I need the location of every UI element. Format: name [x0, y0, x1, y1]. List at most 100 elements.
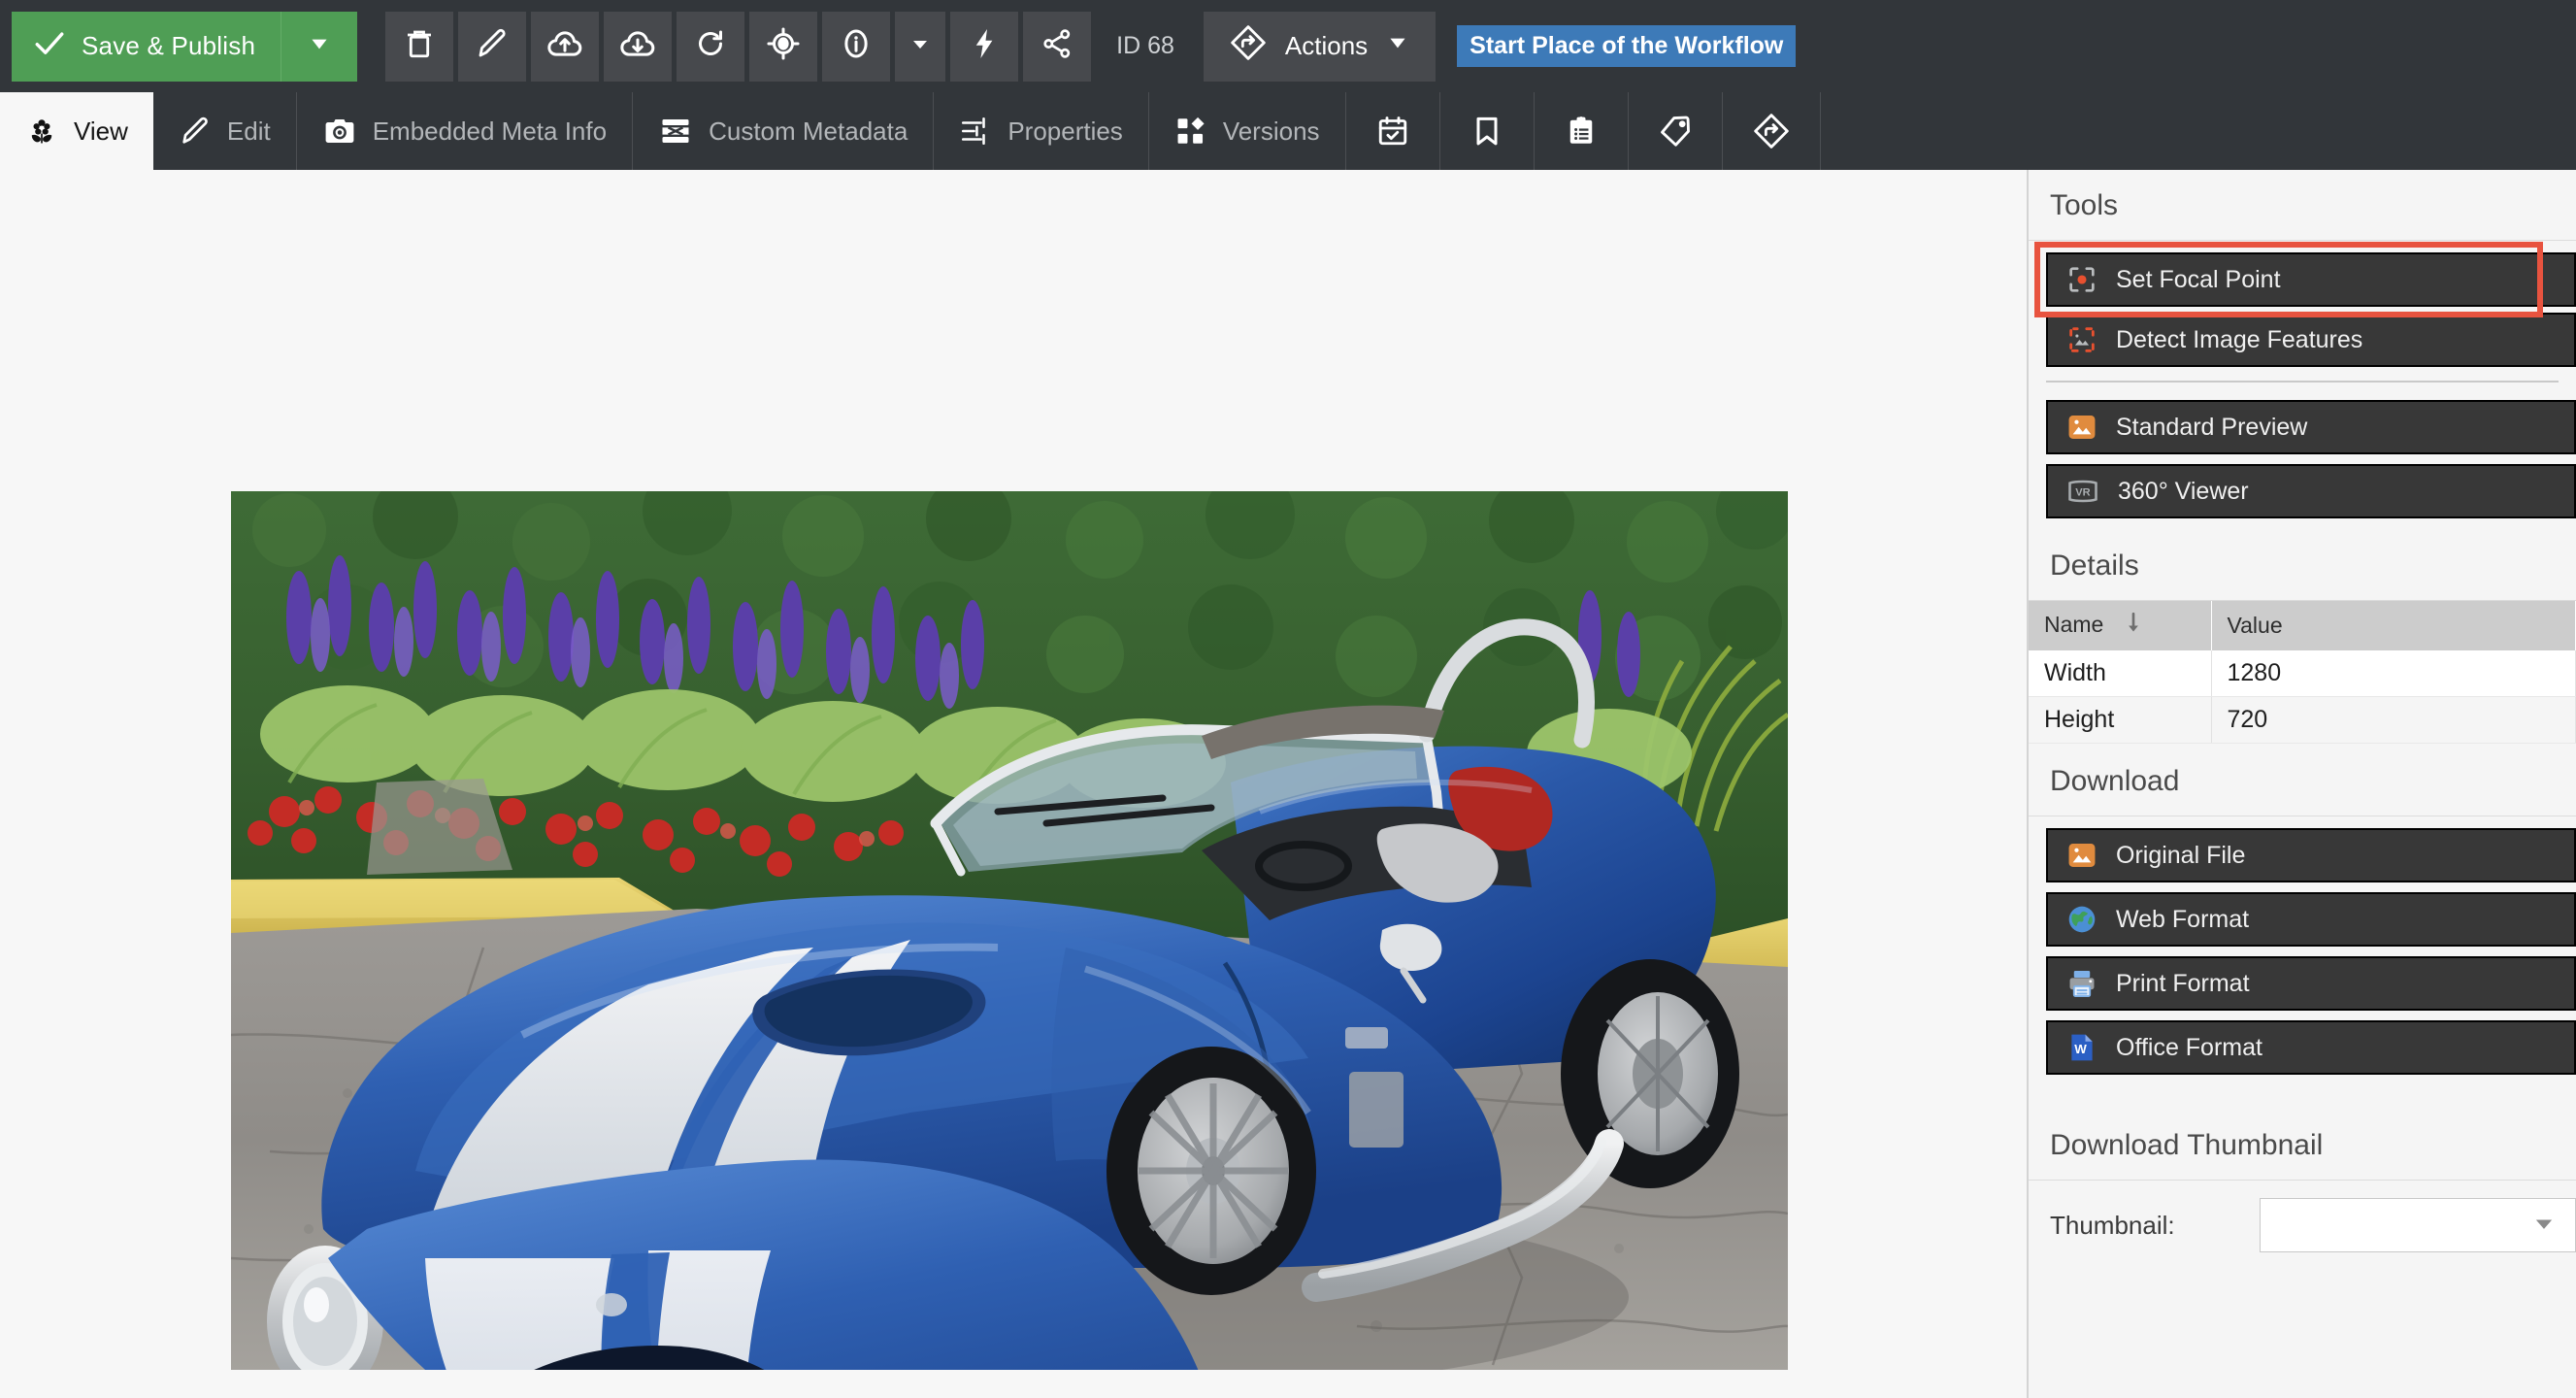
upload-button[interactable] — [531, 11, 600, 82]
details-column-name[interactable]: Name — [2029, 601, 2212, 650]
right-sidebar: Tools Set Focal Point Detect Image Featu… — [2027, 170, 2576, 1398]
reload-button[interactable] — [677, 11, 745, 82]
table-row: Height 720 — [2029, 696, 2576, 744]
detect-image-features-button[interactable]: Detect Image Features — [2046, 313, 2576, 367]
focal-point-icon — [2065, 263, 2098, 296]
asset-preview-image[interactable] — [231, 491, 1788, 1370]
save-and-publish-label: Save & Publish — [82, 31, 256, 60]
table-row: Width 1280 — [2029, 650, 2576, 697]
tab-label: Embedded Meta Info — [372, 116, 608, 146]
download-web-format-label: Web Format — [2116, 905, 2250, 933]
save-and-publish-button[interactable]: Save & Publish — [12, 11, 358, 82]
asset-id-label: ID 68 — [1116, 32, 1174, 59]
image-icon — [2065, 411, 2098, 444]
tab-label: Custom Metadata — [709, 116, 908, 146]
set-focal-point-button[interactable]: Set Focal Point — [2046, 252, 2576, 307]
360-viewer-label: 360° Viewer — [2118, 477, 2249, 505]
set-focal-point-label: Set Focal Point — [2116, 265, 2281, 293]
details-column-value-label: Value — [2227, 613, 2283, 638]
details-panel-title: Details — [2029, 528, 2576, 601]
download-original-file-label: Original File — [2116, 841, 2246, 869]
tab-properties[interactable]: Properties — [934, 92, 1149, 170]
chevron-down-icon — [908, 32, 932, 60]
pencil-icon — [475, 26, 510, 66]
detail-value: 1280 — [2211, 650, 2576, 697]
tab-label: Properties — [1007, 116, 1123, 146]
details-table: Name Value Width 1280 Height 720 — [2029, 601, 2576, 744]
info-button[interactable] — [822, 11, 891, 82]
standard-preview-button[interactable]: Standard Preview — [2046, 400, 2576, 454]
details-column-name-label: Name — [2044, 612, 2104, 637]
save-and-publish-dropdown[interactable] — [281, 12, 357, 82]
bookmark-icon — [1470, 114, 1504, 149]
tab-tags[interactable] — [1629, 92, 1723, 170]
download-original-file-button[interactable]: Original File — [2046, 828, 2576, 882]
calendar-check-icon — [1375, 114, 1410, 149]
pencil-icon — [179, 115, 212, 148]
info-icon — [838, 25, 875, 67]
tools-panel-title: Tools — [2029, 170, 2576, 241]
download-print-format-label: Print Format — [2116, 969, 2250, 997]
globe-icon — [2065, 903, 2098, 936]
tab-tasks[interactable] — [1535, 92, 1629, 170]
details-table-header-row: Name Value — [2029, 601, 2576, 650]
download-office-format-label: Office Format — [2116, 1033, 2262, 1061]
tab-view[interactable]: View — [0, 92, 153, 170]
tab-bookmark[interactable] — [1440, 92, 1535, 170]
download-panel-title: Download — [2029, 744, 2576, 816]
tab-embedded-meta-info[interactable]: Embedded Meta Info — [297, 92, 634, 170]
refresh-icon — [693, 26, 728, 66]
save-and-publish-main[interactable]: Save & Publish — [12, 11, 282, 82]
thumbnail-select[interactable] — [2260, 1198, 2576, 1252]
workflow-diamond-icon — [1752, 112, 1791, 150]
thumbnail-field-row: Thumbnail: — [2029, 1181, 2576, 1252]
details-column-value[interactable]: Value — [2211, 601, 2576, 650]
360-viewer-button[interactable]: VR 360° Viewer — [2046, 464, 2576, 518]
top-toolbar: Save & Publish ID 68 Actions Start Place… — [0, 0, 2576, 92]
cobra-car-photo — [231, 491, 1788, 1370]
image-viewer-canvas[interactable] — [0, 170, 2027, 1398]
download-web-format-button[interactable]: Web Format — [2046, 892, 2576, 947]
delete-button[interactable] — [385, 11, 454, 82]
asset-detail-page: Save & Publish ID 68 Actions Start Place… — [0, 0, 2576, 1398]
download-office-format-button[interactable]: W Office Format — [2046, 1020, 2576, 1075]
image-icon — [2065, 839, 2098, 872]
chevron-down-icon — [307, 31, 332, 61]
tab-custom-metadata[interactable]: Custom Metadata — [633, 92, 935, 170]
tab-label: View — [74, 116, 128, 146]
word-document-icon: W — [2065, 1031, 2098, 1064]
actions-label: Actions — [1284, 31, 1369, 60]
download-print-format-button[interactable]: Print Format — [2046, 956, 2576, 1011]
lightning-icon — [967, 26, 1002, 66]
tab-edit[interactable]: Edit — [153, 92, 297, 170]
tab-workflow[interactable] — [1723, 92, 1821, 170]
tab-label: Edit — [226, 116, 271, 146]
sliders-icon — [959, 115, 992, 148]
tag-icon — [1658, 114, 1693, 149]
share-button[interactable] — [1023, 11, 1092, 82]
info-dropdown-button[interactable] — [895, 11, 946, 82]
tab-bar: View Edit Embedded Meta Info Custom Meta… — [0, 92, 2576, 170]
actions-button[interactable]: Actions — [1203, 11, 1437, 82]
tab-schedule[interactable] — [1346, 92, 1440, 170]
chevron-down-icon — [1385, 30, 1410, 62]
check-icon — [33, 27, 66, 65]
detect-features-icon — [2065, 323, 2098, 356]
flash-button[interactable] — [950, 11, 1019, 82]
detail-name: Height — [2029, 696, 2212, 744]
edit-button[interactable] — [458, 11, 527, 82]
clipboard-list-icon — [1564, 114, 1599, 149]
start-workflow-button[interactable]: Start Place of the Workflow — [1457, 25, 1797, 67]
share-icon — [1040, 26, 1074, 66]
metadata-icon — [658, 114, 693, 149]
svg-text:VR: VR — [2075, 487, 2090, 499]
detect-image-features-label: Detect Image Features — [2116, 325, 2363, 353]
download-button[interactable] — [604, 11, 673, 82]
tools-divider — [2046, 381, 2559, 383]
trash-icon — [402, 26, 437, 66]
target-button[interactable] — [749, 11, 818, 82]
tab-versions[interactable]: Versions — [1149, 92, 1346, 170]
cloud-upload-icon — [546, 25, 583, 67]
detail-name: Width — [2029, 650, 2212, 697]
set-focal-point-row: Set Focal Point — [2029, 242, 2576, 317]
